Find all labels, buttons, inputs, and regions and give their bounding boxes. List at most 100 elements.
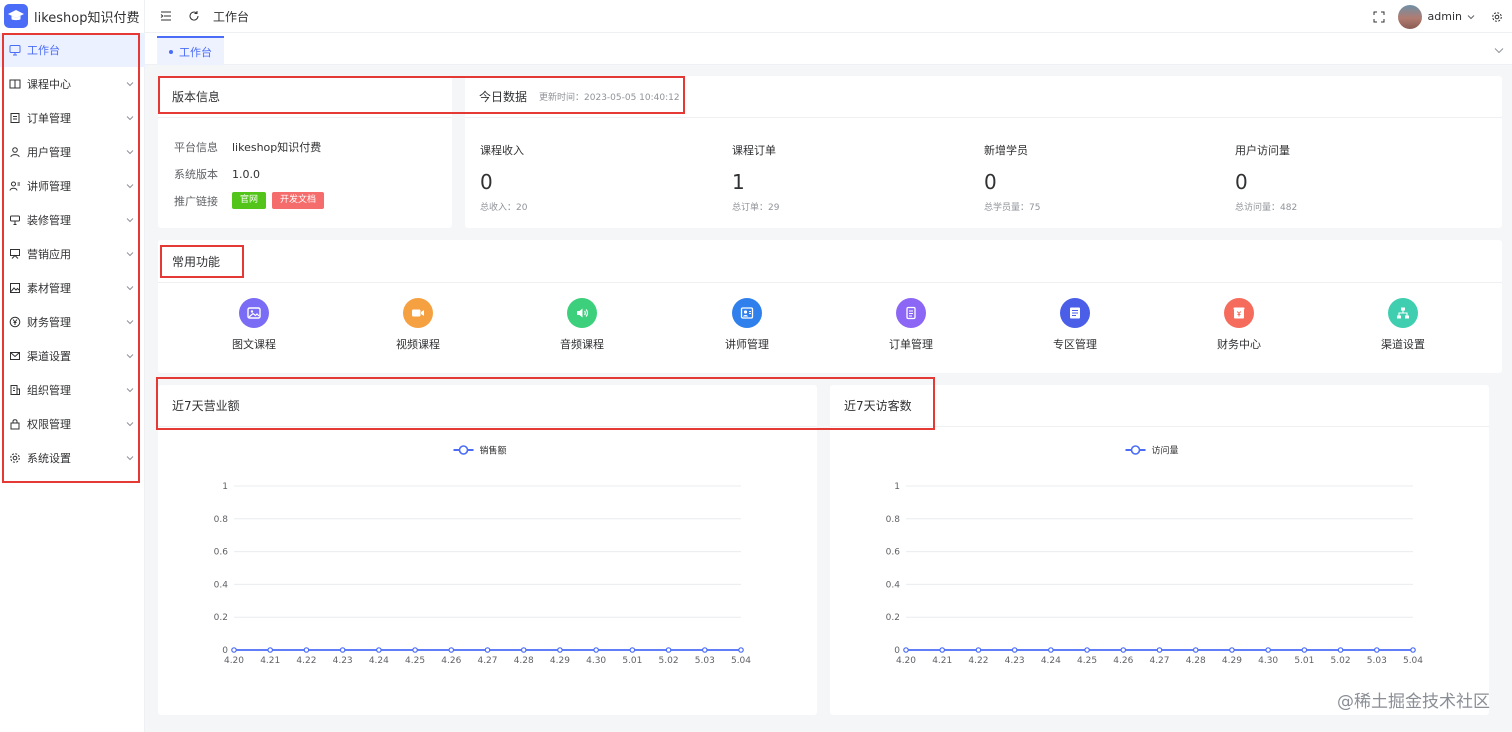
x-tick-label: 4.30 xyxy=(586,656,606,666)
sidebar-item-system-settings[interactable]: 系统设置 xyxy=(0,441,145,475)
x-tick-label: 4.20 xyxy=(896,656,916,666)
y-tick-label: 1 xyxy=(894,482,900,492)
avatar[interactable] xyxy=(1397,4,1422,29)
stat-total: 总收入：20 xyxy=(480,203,528,213)
sidebar-item-workbench[interactable]: 工作台 xyxy=(0,33,145,67)
x-tick-label: 5.02 xyxy=(659,656,679,666)
chevron-down-icon xyxy=(125,147,135,157)
sidebar-item-label: 工作台 xyxy=(27,44,60,57)
sidebar-item-course-center[interactable]: 课程中心 xyxy=(0,67,145,101)
stat-total: 总学员量：75 xyxy=(984,203,1041,213)
func-label: 音频课程 xyxy=(560,338,604,351)
chevron-down-icon[interactable] xyxy=(1466,12,1476,22)
official-site-button[interactable]: 官网 xyxy=(232,192,267,209)
top-header: 工作台 admin xyxy=(145,0,1512,33)
sidebar-item-organization[interactable]: 组织管理 xyxy=(0,373,145,407)
func-teacher-management[interactable]: 讲师管理 xyxy=(697,298,797,352)
chevron-down-icon xyxy=(125,79,135,89)
order-icon xyxy=(9,112,21,124)
dev-docs-button[interactable]: 开发文档 xyxy=(272,192,325,209)
breadcrumb: 工作台 xyxy=(213,9,250,24)
data-point xyxy=(1192,647,1199,653)
lock-icon xyxy=(9,418,21,430)
zone-icon xyxy=(1060,298,1090,328)
tab-workbench[interactable]: 工作台 xyxy=(157,36,224,65)
func-order-management[interactable]: 订单管理 xyxy=(861,298,961,352)
data-point xyxy=(376,647,382,653)
sidebar-item-label: 讲师管理 xyxy=(27,180,71,193)
stat-value: 1 xyxy=(732,170,745,194)
menu-fold-icon[interactable] xyxy=(159,9,173,23)
sidebar-item-orders[interactable]: 订单管理 xyxy=(0,101,145,135)
sidebar-menu: 工作台 课程中心 订单管理 用户管理 讲师管理 装修管理 营销应用 素材管理 财… xyxy=(0,33,145,475)
x-tick-label: 4.25 xyxy=(1077,656,1097,666)
finance-icon xyxy=(1224,298,1254,328)
fullscreen-icon[interactable] xyxy=(1372,10,1386,24)
chevron-down-icon[interactable] xyxy=(1494,43,1504,54)
x-tick-label: 4.26 xyxy=(1113,656,1133,666)
legend-marker xyxy=(458,445,469,455)
mail-icon xyxy=(9,350,21,362)
sidebar-item-materials[interactable]: 素材管理 xyxy=(0,271,145,305)
func-video-course[interactable]: 视频课程 xyxy=(368,298,468,352)
sidebar-item-decoration[interactable]: 装修管理 xyxy=(0,203,145,237)
chevron-down-icon xyxy=(125,181,135,191)
building-icon xyxy=(9,384,21,396)
sidebar-item-label: 财务管理 xyxy=(27,316,71,329)
update-time: 更新时间：2023-05-05 10:40:12 xyxy=(539,93,680,103)
func-audio-course[interactable]: 音频课程 xyxy=(532,298,632,352)
version-label: 系统版本 xyxy=(174,168,218,181)
func-finance-center[interactable]: 财务中心 xyxy=(1189,298,1289,352)
card-title: 常用功能 xyxy=(158,240,1502,283)
y-tick-label: 0 xyxy=(894,646,900,656)
stat-total: 总订单：29 xyxy=(732,203,780,213)
legend-marker xyxy=(1130,445,1141,455)
data-point xyxy=(1084,647,1090,653)
decorate-icon xyxy=(9,214,21,226)
version-value: 1.0.0 xyxy=(232,167,260,181)
tab-label: 工作台 xyxy=(179,45,212,59)
platform-row: 平台信息 likeshop知识付费 xyxy=(174,139,321,155)
sidebar-item-channels[interactable]: 渠道设置 xyxy=(0,339,145,373)
sidebar-item-teachers[interactable]: 讲师管理 xyxy=(0,169,145,203)
platform-value: likeshop知识付费 xyxy=(232,141,322,154)
stat-title: 新增学员 xyxy=(984,144,1028,157)
func-zone-management[interactable]: 专区管理 xyxy=(1025,298,1125,352)
sidebar-item-label: 素材管理 xyxy=(27,282,71,295)
stat-course-orders: 课程订单 1 总订单：29 xyxy=(732,142,932,213)
audio-icon xyxy=(567,298,597,328)
refresh-icon[interactable] xyxy=(187,9,201,23)
logo-text: likeshop知识付费 xyxy=(34,10,140,26)
chevron-down-icon xyxy=(125,283,135,293)
chevron-down-icon xyxy=(125,385,135,395)
sidebar-item-label: 权限管理 xyxy=(27,418,71,431)
func-label: 专区管理 xyxy=(1053,338,1097,351)
watermark: @稀土掘金技术社区 xyxy=(1337,692,1490,712)
user-name[interactable]: admin xyxy=(1428,10,1462,23)
data-point xyxy=(1301,647,1308,653)
y-tick-label: 0.2 xyxy=(886,613,900,623)
sidebar-item-users[interactable]: 用户管理 xyxy=(0,135,145,169)
gear-icon xyxy=(9,452,21,464)
sidebar-item-permissions[interactable]: 权限管理 xyxy=(0,407,145,441)
func-label: 视频课程 xyxy=(396,338,440,351)
x-tick-label: 4.24 xyxy=(1041,656,1061,666)
func-image-text-course[interactable]: 图文课程 xyxy=(204,298,304,352)
func-label: 订单管理 xyxy=(889,338,933,351)
logo[interactable]: likeshop知识付费 xyxy=(0,0,145,32)
sidebar-item-finance[interactable]: 财务管理 xyxy=(0,305,145,339)
teacher-icon xyxy=(9,180,21,192)
settings-icon[interactable] xyxy=(1490,10,1504,24)
data-point xyxy=(1373,647,1380,653)
sidebar: likeshop知识付费 工作台 课程中心 订单管理 用户管理 讲师管理 装修管… xyxy=(0,0,145,732)
promo-label: 推广链接 xyxy=(174,194,218,208)
data-point xyxy=(738,647,744,653)
x-tick-label: 4.29 xyxy=(1222,656,1242,666)
data-point xyxy=(303,647,310,653)
stat-total: 总访问量：482 xyxy=(1235,203,1298,213)
sidebar-item-marketing[interactable]: 营销应用 xyxy=(0,237,145,271)
data-point xyxy=(939,647,946,653)
stat-course-income: 课程收入 0 总收入：20 xyxy=(480,142,680,213)
x-tick-label: 4.21 xyxy=(932,656,952,666)
func-channel-settings[interactable]: 渠道设置 xyxy=(1353,298,1453,352)
